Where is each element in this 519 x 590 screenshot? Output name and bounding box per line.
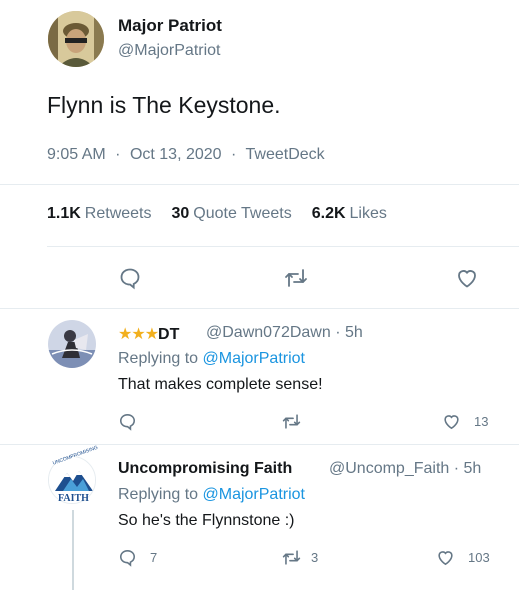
replying-to: Replying to @MajorPatriot	[118, 486, 305, 504]
reply-handle-row: @Uncomp_Faith · 5h	[329, 460, 481, 478]
meta-separator: ·	[453, 460, 460, 477]
reply-time[interactable]: 5h	[345, 324, 363, 341]
retweets-count[interactable]: 1.1K	[47, 205, 81, 223]
retweet-icon[interactable]	[281, 412, 302, 431]
replying-prefix: Replying to	[118, 486, 199, 503]
reply-icon[interactable]	[118, 266, 142, 290]
thread-line	[72, 510, 74, 590]
tweet-meta: 9:05 AM · Oct 13, 2020 · TweetDeck	[47, 146, 330, 164]
like-icon[interactable]	[436, 548, 455, 567]
author-avatar[interactable]	[48, 11, 104, 67]
reply-author-name[interactable]: Uncompromising Faith	[118, 460, 292, 478]
like-count[interactable]: 13	[474, 414, 488, 429]
tweet-text: Flynn is The Keystone.	[47, 92, 281, 118]
replying-to: Replying to @MajorPatriot	[118, 350, 305, 368]
divider	[0, 444, 519, 445]
avatar-brand-bottom: FAITH	[58, 493, 89, 504]
tweet-date[interactable]: Oct 13, 2020	[130, 146, 222, 163]
reply-author-handle[interactable]: @Uncomp_Faith	[329, 460, 449, 477]
meta-separator: ·	[231, 146, 237, 163]
reply-count[interactable]: 7	[150, 550, 157, 565]
like-icon[interactable]	[455, 266, 479, 290]
retweet-icon[interactable]	[281, 548, 302, 567]
reply-text: That makes complete sense!	[118, 376, 323, 393]
quote-tweets-label[interactable]: Quote Tweets	[193, 205, 291, 223]
retweet-icon[interactable]	[283, 266, 309, 290]
likes-label[interactable]: Likes	[350, 205, 387, 223]
replying-prefix: Replying to	[118, 350, 199, 367]
tweet-source[interactable]: TweetDeck	[246, 146, 325, 163]
replying-to-link[interactable]: @MajorPatriot	[203, 350, 306, 367]
reply-text: So he's the Flynnstone :)	[118, 512, 295, 529]
reply-author-handle[interactable]: @Dawn072Dawn	[206, 324, 331, 341]
reply-handle-row: @Dawn072Dawn · 5h	[206, 324, 363, 342]
retweet-count[interactable]: 3	[311, 550, 318, 565]
divider	[0, 184, 519, 185]
reply-time[interactable]: 5h	[464, 460, 482, 477]
like-icon[interactable]	[442, 412, 461, 431]
reply-avatar[interactable]	[48, 320, 96, 368]
replying-to-link[interactable]: @MajorPatriot	[203, 486, 306, 503]
like-count[interactable]: 103	[468, 550, 490, 565]
star-emoji-icon: ★★★	[118, 326, 159, 343]
likes-count[interactable]: 6.2K	[312, 205, 346, 223]
reply-author-name[interactable]: DT	[158, 326, 179, 343]
tweet-time[interactable]: 9:05 AM	[47, 146, 106, 163]
reply-icon[interactable]	[118, 548, 137, 567]
quote-tweets-count[interactable]: 30	[172, 205, 190, 223]
meta-separator: ·	[335, 324, 341, 341]
divider	[0, 308, 519, 309]
divider	[47, 246, 519, 247]
author-handle[interactable]: @MajorPatriot	[118, 42, 221, 60]
reply-icon[interactable]	[118, 412, 137, 431]
meta-separator: ·	[115, 146, 121, 163]
tweet-stats: 1.1K Retweets 30 Quote Tweets 6.2K Likes	[47, 205, 407, 223]
retweets-label[interactable]: Retweets	[85, 205, 152, 223]
author-name[interactable]: Major Patriot	[118, 16, 222, 36]
reply-author[interactable]: ★★★DT	[118, 324, 179, 344]
